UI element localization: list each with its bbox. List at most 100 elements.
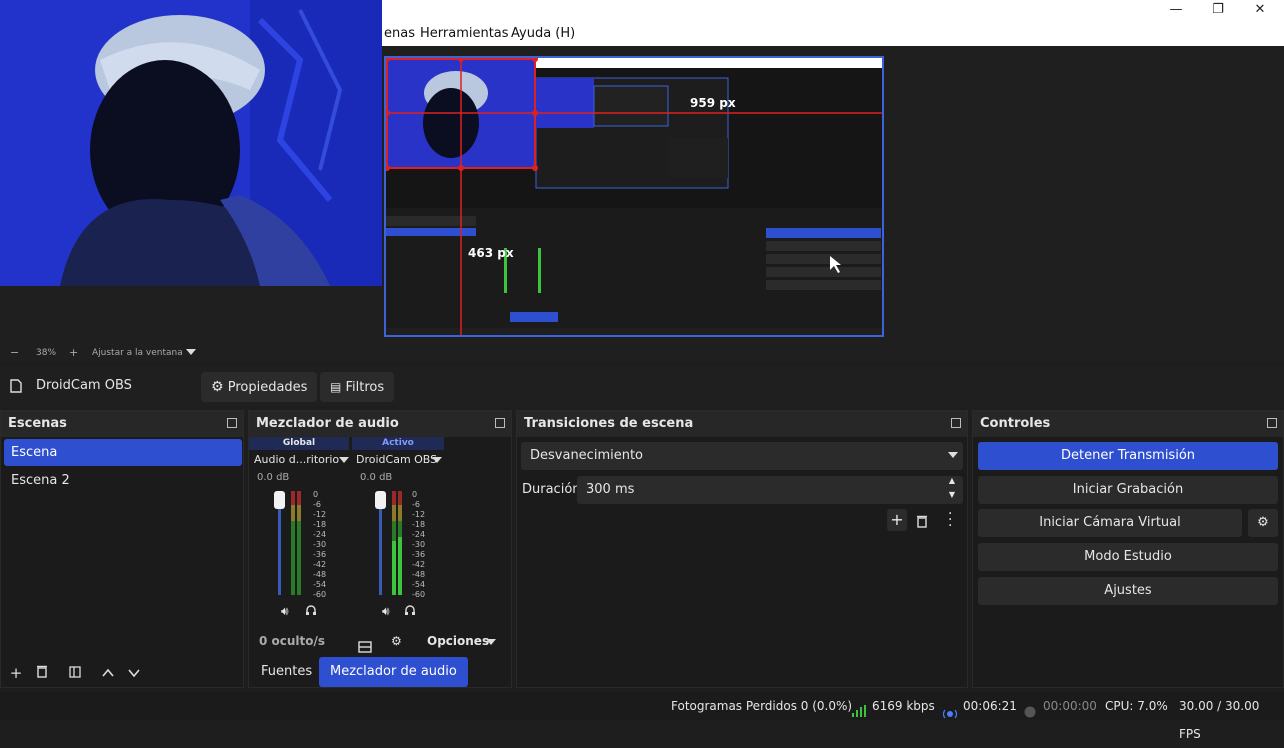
add-icon[interactable]: + [6, 663, 26, 683]
channel-header: Global [249, 437, 349, 450]
scene-filters-icon[interactable] [65, 663, 85, 683]
mixer-channel: Activo DroidCam OBS 0.0 dB 0 -6 -12 -18 -24-… [352, 437, 446, 627]
move-down-icon[interactable] [124, 663, 144, 683]
transitions-title: Transiciones de escena [517, 411, 967, 437]
speaker-icon[interactable]: 🔊︎ [281, 604, 289, 619]
headphones-icon[interactable] [305, 604, 317, 620]
restore-button[interactable]: ❐ [1198, 0, 1238, 22]
headphones-icon[interactable] [404, 604, 416, 620]
properties-button[interactable]: ⚙ Propiedades [201, 372, 318, 402]
level-meter [291, 491, 295, 595]
nested-width-label: 959 px [690, 96, 736, 110]
minimize-button[interactable]: — [1156, 0, 1196, 22]
menu-item-ayuda[interactable]: Ayuda (H) [511, 26, 575, 41]
level-meter [392, 491, 396, 595]
start-virtual-camera-button[interactable]: Iniciar Cámara Virtual [978, 509, 1242, 537]
nested-obs-capture [386, 58, 882, 335]
level-meter [297, 491, 301, 595]
volume-slider-handle[interactable] [274, 491, 285, 509]
filters-label: Filtros [345, 380, 385, 395]
start-recording-button[interactable]: Iniciar Grabación [978, 476, 1278, 504]
source-toolbar: DroidCam OBS ⚙ Propiedades ▤ Filtros [0, 366, 1284, 406]
options-button[interactable]: Opciones [427, 627, 489, 655]
level-meter [398, 491, 402, 595]
trash-icon[interactable] [916, 514, 928, 532]
transition-select-value: Desvanecimiento [530, 448, 644, 463]
cpu-usage: CPU: 7.0% [1105, 699, 1168, 713]
speaker-icon[interactable]: 🔊︎ [382, 604, 390, 619]
nested-height-label: 463 px [468, 246, 514, 260]
chevron-down-icon[interactable] [432, 453, 442, 468]
properties-label: Propiedades [227, 380, 308, 395]
menu-item-herramientas[interactable]: Herramientas [420, 26, 509, 41]
undock-icon[interactable] [951, 418, 961, 428]
stop-streaming-button[interactable]: Detener Transmisión [978, 442, 1278, 470]
scenes-title-text: Escenas [8, 416, 67, 431]
virtual-camera-settings-button[interactable]: ⚙ [1248, 509, 1278, 537]
spinner-icon[interactable]: ▲ ▼ [949, 474, 955, 502]
meter-scale: 0 -6 -12 -18 -24 -30 -36 -42 -48 -54 -60 [412, 490, 426, 599]
channel-level: 0.0 dB [257, 472, 290, 483]
hidden-count: 0 oculto/s [259, 634, 326, 648]
zoom-out-button[interactable]: − [10, 346, 19, 359]
trash-icon[interactable] [32, 663, 52, 683]
duration-field[interactable]: 300 ms ▲ ▼ [577, 476, 963, 504]
tab-audio-mixer[interactable]: Mezclador de audio [319, 657, 468, 687]
signal-icon [852, 699, 866, 727]
scene-item[interactable]: Escena [4, 439, 242, 466]
gear-icon: ⚙ [1257, 515, 1269, 530]
dropped-frames: Fotogramas Perdidos 0 (0.0%) [671, 699, 853, 713]
channel-name[interactable]: Audio d...ritorio [254, 453, 339, 466]
menu-item-escenas[interactable]: enas [384, 26, 415, 41]
record-icon [1024, 700, 1036, 728]
duration-label: Duración [522, 482, 581, 497]
preview-canvas[interactable]: 959 px 463 px [384, 56, 884, 337]
settings-button[interactable]: Ajustes [978, 577, 1278, 605]
volume-slider-track[interactable] [379, 495, 382, 595]
file-icon [10, 379, 22, 397]
chevron-down-icon [948, 442, 958, 470]
more-options-icon[interactable]: · · · [948, 507, 952, 533]
mixer-channel: Global Audio d...ritorio 0.0 dB 0 -6 -12 -1… [249, 437, 349, 627]
status-bar: Fotogramas Perdidos 0 (0.0%) 6169 kbps 0… [0, 692, 1284, 741]
controls-title-text: Controles [980, 416, 1051, 431]
zoom-in-button[interactable]: + [69, 346, 78, 359]
volume-slider-handle[interactable] [375, 491, 386, 509]
scenes-toolbar: + [1, 659, 243, 687]
filters-button[interactable]: ▤ Filtros [320, 372, 395, 402]
transitions-title-text: Transiciones de escena [524, 416, 694, 431]
stream-time: 00:06:21 [963, 699, 1017, 713]
gear-icon: ⚙ [211, 379, 224, 395]
transitions-dock: Transiciones de escena Desvanecimiento D… [516, 410, 968, 688]
fps: 30.00 / 30.00 FPS [1179, 699, 1260, 741]
scenes-title: Escenas [1, 411, 243, 437]
controls-title: Controles [973, 411, 1283, 437]
advanced-audio-icon[interactable]: ⚙ [391, 627, 402, 655]
undock-icon[interactable] [1267, 418, 1277, 428]
mixer-title: Mezclador de audio [249, 411, 511, 437]
restore-icon: ❐ [1212, 2, 1224, 17]
scene-item[interactable]: Escena 2 [4, 467, 242, 494]
meter-scale: 0 -6 -12 -18 -24 -30 -36 -42 -48 -54 -60 [313, 490, 327, 599]
zoom-bar: − 38% + Ajustar a la ventana [0, 346, 1284, 362]
add-icon: + [890, 510, 904, 529]
scenes-dock: Escenas Escena Escena 2 + [0, 410, 244, 688]
volume-slider-track[interactable] [278, 495, 281, 595]
close-icon: ✕ [1254, 2, 1266, 17]
undock-icon[interactable] [495, 418, 505, 428]
undock-icon[interactable] [227, 418, 237, 428]
zoom-dropdown-icon[interactable] [186, 347, 196, 360]
zoom-level: 38% [36, 348, 57, 358]
chevron-down-icon[interactable] [486, 629, 496, 657]
studio-mode-button[interactable]: Modo Estudio [978, 543, 1278, 571]
transition-select[interactable]: Desvanecimiento [521, 442, 963, 470]
audio-mixer-dock: Mezclador de audio Global Audio d...rito… [248, 410, 512, 688]
channel-name[interactable]: DroidCam OBS [356, 453, 437, 466]
tab-sources[interactable]: Fuentes [250, 657, 323, 687]
channel-level: 0.0 dB [360, 472, 393, 483]
stream-icon [942, 701, 958, 729]
chevron-down-icon[interactable] [339, 453, 349, 468]
move-up-icon[interactable] [98, 663, 118, 683]
close-window-button[interactable]: ✕ [1240, 0, 1280, 22]
add-transition-button[interactable]: + [887, 509, 907, 531]
